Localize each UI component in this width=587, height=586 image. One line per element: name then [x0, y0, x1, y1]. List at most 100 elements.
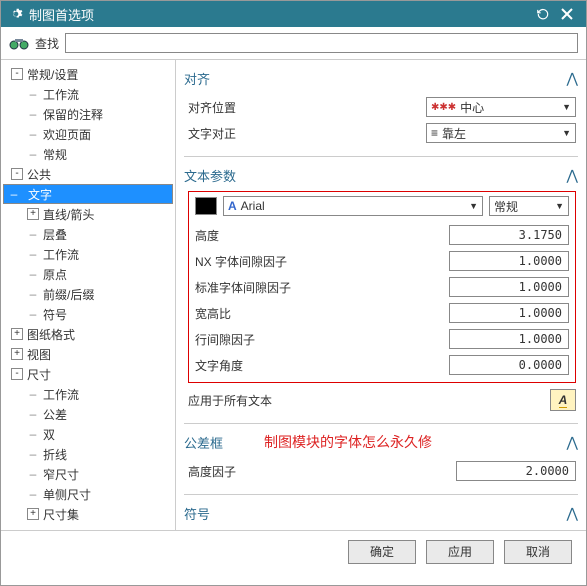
- tree-item[interactable]: -尺寸: [3, 364, 173, 384]
- cancel-button[interactable]: 取消: [504, 540, 572, 564]
- tree-item[interactable]: –公差: [3, 404, 173, 424]
- tree-leaf-icon: –: [27, 427, 39, 441]
- tree-item[interactable]: + 直线/箭头: [3, 204, 173, 224]
- group-header-tolerance[interactable]: 公差框 制图模块的字体怎么永久修 ⋀: [184, 430, 578, 454]
- tree-item[interactable]: –欢迎页面: [3, 124, 173, 144]
- param-label: 宽高比: [195, 305, 305, 322]
- search-bar: 查找: [1, 27, 586, 60]
- tree-item-label: 视图: [27, 346, 51, 363]
- tree-item[interactable]: –前缀/后缀: [3, 284, 173, 304]
- tree-item-label: 双: [43, 426, 55, 443]
- tree-item[interactable]: -公共: [3, 164, 173, 184]
- ok-button[interactable]: 确定: [348, 540, 416, 564]
- tree-leaf-icon: –: [27, 487, 39, 501]
- height-factor-label: 高度因子: [188, 463, 298, 480]
- align-pos-select[interactable]: ✱✱✱ 中心▼: [426, 97, 576, 117]
- tree-item-label: 工作流: [43, 386, 79, 403]
- tree-leaf-icon: –: [27, 407, 39, 421]
- group-align: 对齐 ⋀ 对齐位置 ✱✱✱ 中心▼ 文字对正 ≡ 靠左▼: [184, 66, 578, 157]
- collapse-icon[interactable]: -: [11, 368, 23, 380]
- nav-tree[interactable]: -常规/设置–工作流–保留的注释–欢迎页面–常规-公共–文字+直线/箭头–层叠–…: [1, 60, 176, 530]
- tree-item-label: 公差: [43, 406, 67, 423]
- binoculars-icon: [9, 35, 29, 51]
- tree-item[interactable]: –单侧尺寸: [3, 484, 173, 504]
- expand-icon[interactable]: +: [27, 208, 39, 220]
- param-input[interactable]: [449, 329, 569, 349]
- search-label: 查找: [35, 35, 59, 52]
- tree-leaf-icon: –: [27, 127, 39, 141]
- param-input[interactable]: [449, 355, 569, 375]
- color-swatch[interactable]: [195, 197, 217, 215]
- tree-item[interactable]: –常规: [3, 144, 173, 164]
- tree-item[interactable]: –保留的注释: [3, 104, 173, 124]
- font-select[interactable]: A Arial▼: [223, 196, 483, 216]
- tree-leaf-icon: –: [27, 267, 39, 281]
- text-justify-label: 文字对正: [188, 125, 298, 142]
- tree-leaf-icon: –: [27, 87, 39, 101]
- tree-item-label: 原点: [43, 266, 67, 283]
- tree-item-label: 图纸格式: [27, 326, 75, 343]
- reset-button[interactable]: [532, 5, 554, 23]
- tree-leaf-icon: –: [27, 287, 39, 301]
- group-header-align[interactable]: 对齐 ⋀: [184, 66, 578, 90]
- tree-item-label: 保留的注释: [43, 106, 103, 123]
- tree-item-label: 公共: [27, 166, 51, 183]
- group-tolerance-box: 公差框 制图模块的字体怎么永久修 ⋀ 高度因子: [184, 430, 578, 495]
- tree-item[interactable]: –工作流: [3, 84, 173, 104]
- tree-item[interactable]: –工作流: [3, 384, 173, 404]
- group-header-text-param[interactable]: 文本参数 ⋀: [184, 163, 578, 187]
- gear-icon: [9, 7, 23, 21]
- tree-item[interactable]: –层叠: [3, 224, 173, 244]
- tree-leaf-icon: –: [27, 247, 39, 261]
- param-input[interactable]: [449, 251, 569, 271]
- text-param-highlight: A Arial▼ 常规▼ 高度NX 字体间隙因子标准字体间隙因子宽高比行间隙因子…: [188, 191, 576, 383]
- tree-item-label: 窄尺寸: [43, 466, 79, 483]
- search-input[interactable]: [65, 33, 578, 53]
- tree-item[interactable]: + 图纸格式: [3, 324, 173, 344]
- tree-item-label: 单侧尺寸: [43, 486, 91, 503]
- close-button[interactable]: [556, 5, 578, 23]
- expand-icon[interactable]: +: [27, 508, 39, 520]
- param-label: 文字角度: [195, 357, 305, 374]
- tree-item-label: 直线/箭头: [43, 206, 94, 223]
- tree-leaf-icon: –: [27, 107, 39, 121]
- tree-item-label: 符号: [43, 306, 67, 323]
- tree-item[interactable]: -常规/设置: [3, 64, 173, 84]
- param-input[interactable]: [449, 225, 569, 245]
- tree-item[interactable]: –符号: [3, 304, 173, 324]
- tree-item-label: 尺寸: [27, 366, 51, 383]
- font-style-select[interactable]: 常规▼: [489, 196, 569, 216]
- tree-item[interactable]: –原点: [3, 264, 173, 284]
- tree-item[interactable]: + 尺寸集: [3, 504, 173, 524]
- tree-item[interactable]: + 视图: [3, 344, 173, 364]
- tree-item[interactable]: –折线: [3, 444, 173, 464]
- tree-item-label: 折线: [43, 446, 67, 463]
- param-input[interactable]: [449, 277, 569, 297]
- tree-leaf-icon: –: [27, 307, 39, 321]
- apply-all-button[interactable]: A: [550, 389, 576, 411]
- height-factor-input[interactable]: [456, 461, 576, 481]
- tree-item[interactable]: –文字: [3, 184, 173, 204]
- tree-item[interactable]: –窄尺寸: [3, 464, 173, 484]
- tree-item[interactable]: –工作流: [3, 244, 173, 264]
- tree-item-label: 尺寸集: [43, 506, 79, 523]
- param-label: NX 字体间隙因子: [195, 253, 305, 270]
- collapse-icon[interactable]: -: [11, 168, 23, 180]
- align-left-icon: ≡: [431, 126, 438, 140]
- text-justify-select[interactable]: ≡ 靠左▼: [426, 123, 576, 143]
- align-pos-label: 对齐位置: [188, 99, 298, 116]
- tree-leaf-icon: –: [27, 387, 39, 401]
- tree-item-label: 层叠: [43, 226, 67, 243]
- apply-button[interactable]: 应用: [426, 540, 494, 564]
- expand-icon[interactable]: +: [11, 348, 23, 360]
- tree-item-label: 工作流: [43, 86, 79, 103]
- collapse-icon[interactable]: -: [11, 68, 23, 80]
- param-input[interactable]: [449, 303, 569, 323]
- group-text-param: 文本参数 ⋀ A Arial▼ 常规▼ 高度NX 字体间隙因: [184, 163, 578, 424]
- tree-item[interactable]: –双: [3, 424, 173, 444]
- chevron-up-icon: ⋀: [567, 70, 578, 87]
- tree-item-label: 欢迎页面: [43, 126, 91, 143]
- group-header-symbol[interactable]: 符号 ⋀: [184, 501, 578, 525]
- expand-icon[interactable]: +: [11, 328, 23, 340]
- tree-leaf-icon: –: [27, 227, 39, 241]
